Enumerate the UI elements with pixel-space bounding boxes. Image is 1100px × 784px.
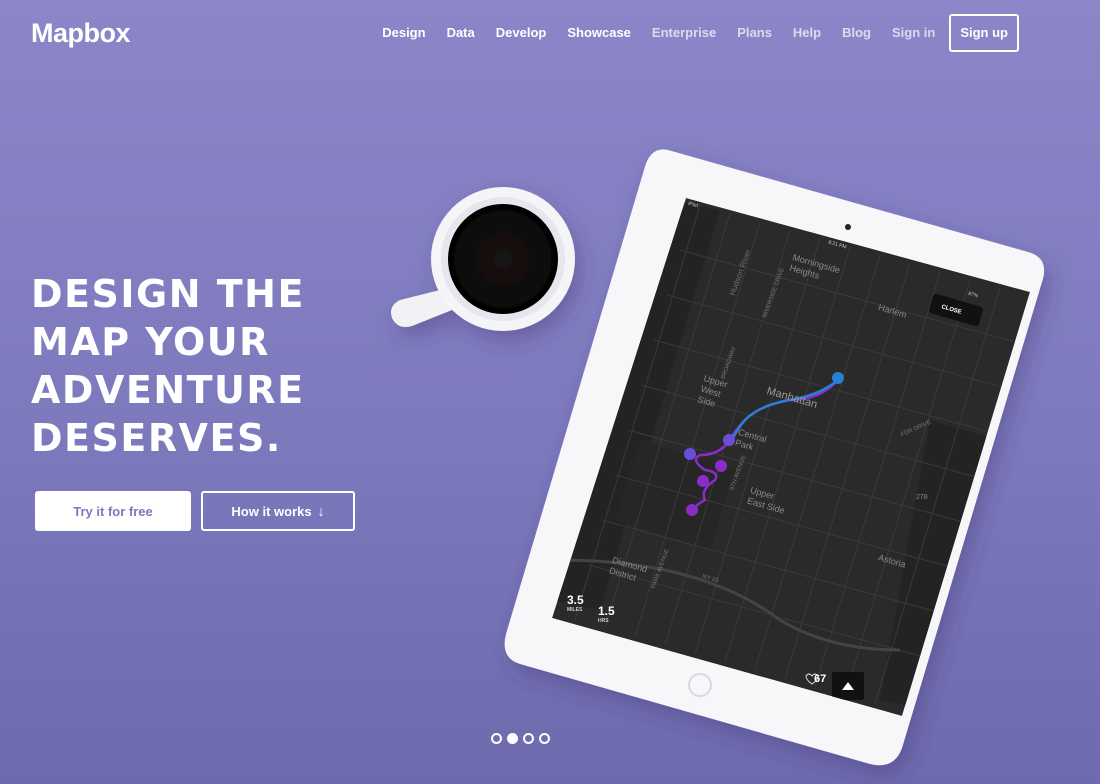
carousel-dot[interactable] <box>491 733 502 744</box>
map-label: 278 <box>916 494 928 501</box>
map-label: Manhattan <box>765 385 819 411</box>
map-label: Hudson River <box>727 248 753 297</box>
duration-unit: HRS <box>598 618 609 624</box>
map-label: Upper West Side <box>696 373 729 409</box>
map-label: 5TH AVENUE <box>729 454 748 492</box>
distance-value: 3.5 <box>567 593 584 607</box>
hero-illustration: iPad 8:21 PM 97% CLOSE Morningside Heigh… <box>0 0 1100 784</box>
map-label: Central Park <box>734 426 768 453</box>
map-ui-overlay: iPad 8:21 PM 97% CLOSE Morningside Heigh… <box>0 0 1100 784</box>
map-label: NY 25 <box>701 573 720 585</box>
status-battery: 97% <box>967 290 979 300</box>
map-label: RIVERSIDE DRIVE <box>762 267 786 319</box>
carousel-dot-active[interactable] <box>507 733 518 744</box>
map-label: FDR DRIVE <box>900 419 933 439</box>
distance-unit: MILES <box>567 607 583 613</box>
likes-count: 67 <box>814 673 827 685</box>
map-label: Upper East Side <box>746 484 786 516</box>
map-label: Harlem <box>877 302 908 320</box>
carousel-dots <box>491 733 550 744</box>
map-label: Astoria <box>877 552 907 570</box>
close-label[interactable]: CLOSE <box>941 304 963 315</box>
status-carrier: iPad <box>687 200 699 210</box>
map-label: Morningside Heights <box>788 252 842 281</box>
map-label: BROADWAY <box>720 345 738 381</box>
map-label: Diamond District <box>608 554 649 583</box>
carousel-dot[interactable] <box>523 733 534 744</box>
status-time: 8:21 PM <box>827 239 848 251</box>
duration-value: 1.5 <box>598 604 615 618</box>
map-label: PARK AVENUE <box>650 548 671 590</box>
carousel-dot[interactable] <box>539 733 550 744</box>
